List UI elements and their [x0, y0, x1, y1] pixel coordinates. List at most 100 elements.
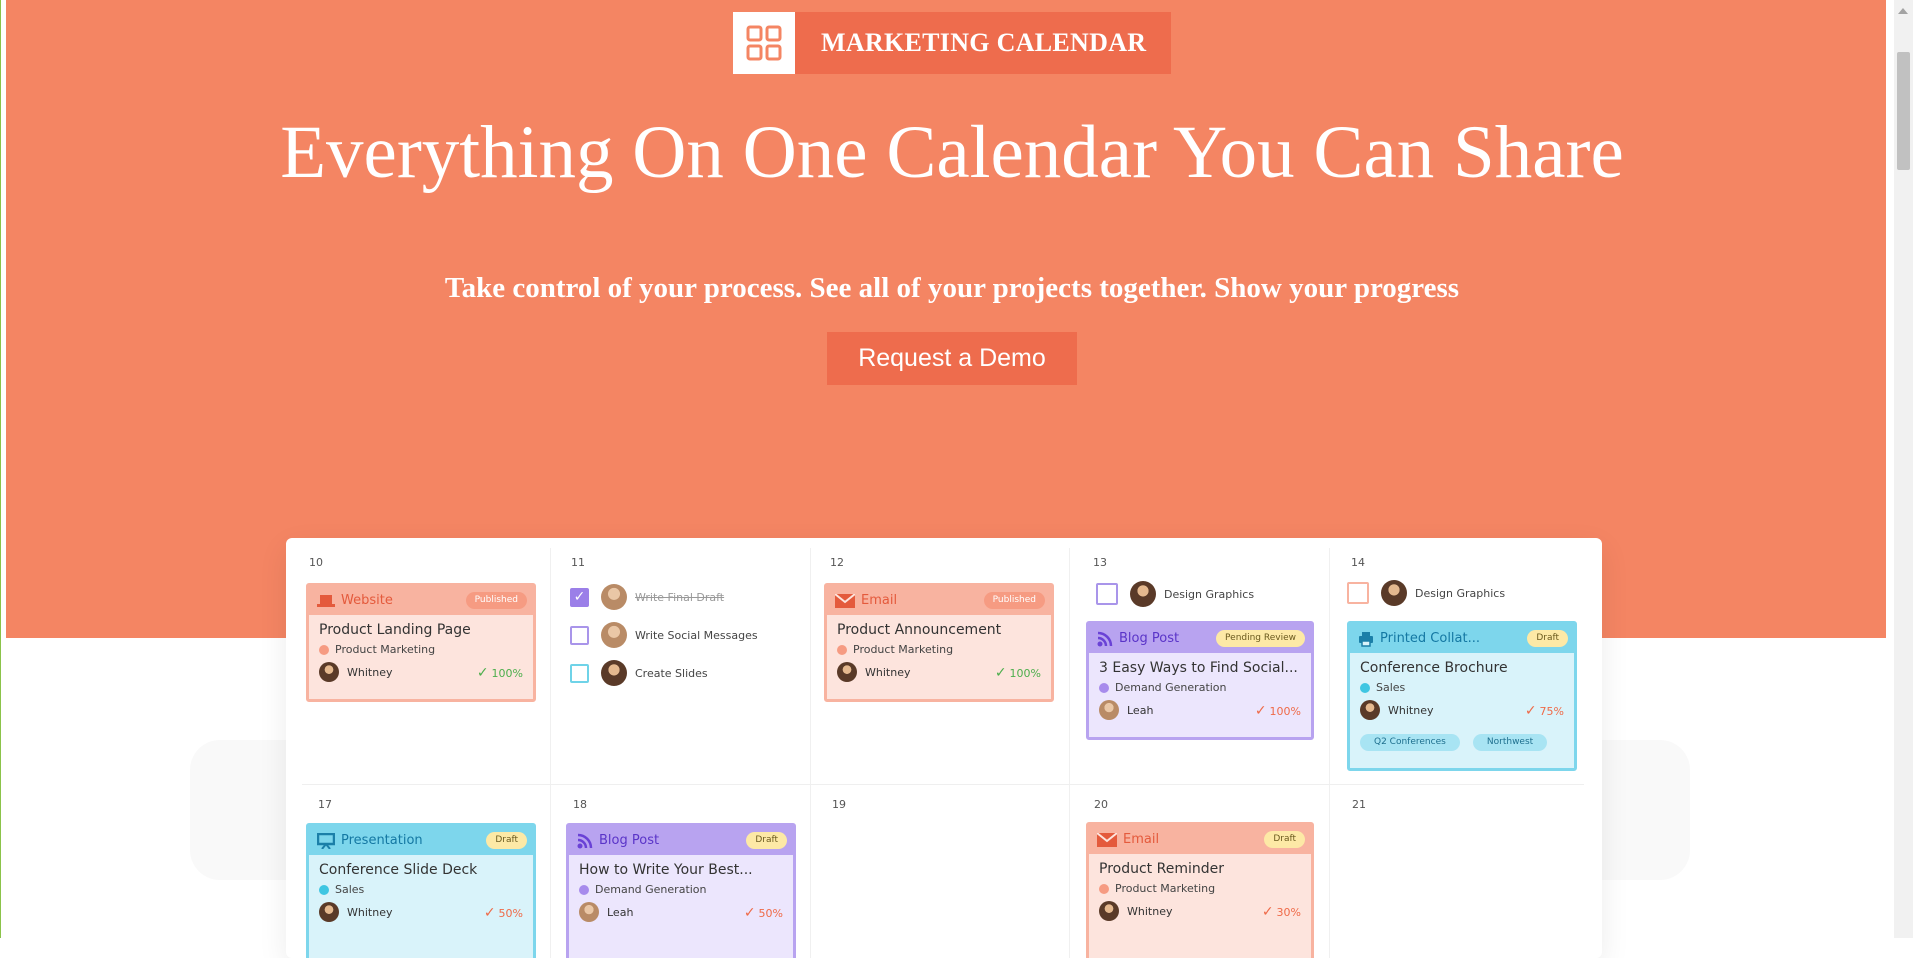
- owner-name: Whitney: [347, 665, 393, 679]
- calendar-card-website[interactable]: Website Published Product Landing Page P…: [306, 583, 536, 702]
- rss-icon: [577, 833, 593, 848]
- task-item[interactable]: Write Social Messages: [570, 622, 758, 648]
- progress-value: 75%: [1539, 704, 1564, 718]
- category-dot: [319, 884, 329, 895]
- day-number: 17: [318, 798, 332, 811]
- checkbox[interactable]: [1347, 582, 1369, 604]
- owner-name: Leah: [1127, 703, 1154, 717]
- checkbox[interactable]: [570, 625, 589, 645]
- scrollbar-thumb[interactable]: [1897, 52, 1910, 170]
- task-item[interactable]: Design Graphics: [1096, 581, 1254, 607]
- column-divider: [1329, 548, 1330, 958]
- task-label: Write Social Messages: [635, 628, 758, 642]
- task-item[interactable]: Design Graphics: [1347, 580, 1505, 606]
- card-footer: Whitney ✓ 75%: [1360, 700, 1564, 720]
- column-divider: [1069, 548, 1070, 958]
- card-type: Printed Collat...: [1380, 631, 1481, 646]
- card-title: Product Announcement: [837, 622, 1002, 638]
- card-title: How to Write Your Best...: [579, 862, 753, 878]
- avatar: [1360, 700, 1380, 720]
- tag-list: Q2 Conferences Northwest: [1360, 729, 1564, 751]
- checkbox[interactable]: [570, 663, 589, 683]
- avatar: [319, 902, 339, 922]
- owner-name: Whitney: [1388, 703, 1434, 717]
- task-label: Create Slides: [635, 666, 708, 680]
- card-footer: Whitney ✓ 50%: [319, 902, 523, 922]
- calendar-card-printed-collateral[interactable]: Printed Collat... Draft Conference Broch…: [1347, 621, 1577, 771]
- checkbox-checked[interactable]: ✓: [570, 587, 589, 607]
- brand-banner: MARKETING CALENDAR: [733, 12, 1171, 74]
- check-icon: ✓: [994, 665, 1007, 681]
- rss-icon: [1097, 631, 1113, 646]
- progress-value: 100%: [1009, 666, 1041, 680]
- status-badge: Draft: [486, 832, 527, 849]
- card-category: Product Marketing: [837, 643, 1041, 656]
- card-type: Email: [861, 593, 898, 608]
- day-number: 12: [830, 556, 844, 569]
- tag[interactable]: Northwest: [1472, 734, 1548, 751]
- check-icon: ✓: [743, 905, 756, 921]
- checkbox[interactable]: [1096, 583, 1118, 605]
- calendar-card-email[interactable]: Email Published Product Announcement Pro…: [824, 583, 1054, 702]
- status-badge: Draft: [746, 832, 787, 849]
- category-label: Product Marketing: [335, 643, 436, 656]
- day-number: 21: [1352, 798, 1366, 811]
- card-title: Product Landing Page: [319, 622, 471, 638]
- task-item[interactable]: ✓ Write Final Draft: [570, 584, 724, 610]
- progress: ✓ 100%: [995, 665, 1041, 681]
- progress: ✓ 100%: [1255, 703, 1301, 719]
- card-footer: Whitney ✓ 30%: [1099, 901, 1301, 921]
- status-badge: Published: [983, 592, 1045, 609]
- envelope-icon: [1097, 832, 1117, 847]
- avatar: [1099, 700, 1119, 720]
- progress-value: 50%: [498, 906, 523, 920]
- status-badge: Draft: [1264, 831, 1305, 848]
- request-demo-button[interactable]: Request a Demo: [827, 332, 1077, 385]
- page-scrollbar[interactable]: [1894, 0, 1913, 938]
- tag[interactable]: Q2 Conferences: [1360, 734, 1460, 751]
- owner-name: Whitney: [865, 665, 911, 679]
- progress: ✓ 30%: [1262, 904, 1301, 920]
- presentation-icon: [317, 832, 335, 849]
- card-footer: Whitney ✓ 100%: [319, 662, 523, 682]
- progress: ✓ 75%: [1525, 703, 1564, 719]
- card-footer: Leah ✓ 50%: [579, 902, 783, 922]
- card-category: Product Marketing: [1099, 882, 1301, 895]
- check-icon: ✓: [476, 665, 489, 681]
- day-number: 19: [832, 798, 846, 811]
- progress-value: 100%: [1269, 704, 1301, 718]
- card-type: Email: [1123, 832, 1160, 847]
- column-divider: [550, 548, 551, 958]
- day-number: 11: [571, 556, 585, 569]
- scroll-up-arrow-icon[interactable]: [1898, 8, 1908, 14]
- category-dot: [1360, 682, 1370, 693]
- progress: ✓ 50%: [744, 905, 783, 921]
- card-category: Sales: [319, 883, 523, 896]
- card-category: Demand Generation: [579, 883, 783, 896]
- progress: ✓ 50%: [484, 905, 523, 921]
- card-category: Product Marketing: [319, 643, 523, 656]
- day-number: 20: [1094, 798, 1108, 811]
- card-title: 3 Easy Ways to Find Social...: [1099, 660, 1298, 676]
- owner-name: Whitney: [1127, 904, 1173, 918]
- check-icon: ✓: [1261, 904, 1274, 920]
- category-dot: [837, 644, 847, 655]
- category-label: Demand Generation: [595, 883, 707, 896]
- page-headline: Everything On One Calendar You Can Share: [280, 111, 1624, 194]
- task-label: Design Graphics: [1415, 586, 1506, 600]
- avatar: [1381, 580, 1407, 606]
- card-type: Website: [341, 593, 393, 608]
- avatar: [601, 584, 627, 610]
- avatar: [601, 622, 627, 648]
- card-footer: Whitney ✓ 100%: [837, 662, 1041, 682]
- status-badge: Pending Review: [1216, 630, 1305, 647]
- card-type: Presentation: [341, 833, 423, 848]
- calendar-card-blog-post[interactable]: Blog Post Pending Review 3 Easy Ways to …: [1086, 621, 1314, 740]
- page-subheadline: Take control of your process. See all of…: [444, 272, 1460, 304]
- avatar: [579, 902, 599, 922]
- category-dot: [1099, 883, 1109, 894]
- day-number: 10: [309, 556, 323, 569]
- task-item[interactable]: Create Slides: [570, 660, 708, 686]
- avatar: [837, 662, 857, 682]
- check-icon: ✓: [483, 905, 496, 921]
